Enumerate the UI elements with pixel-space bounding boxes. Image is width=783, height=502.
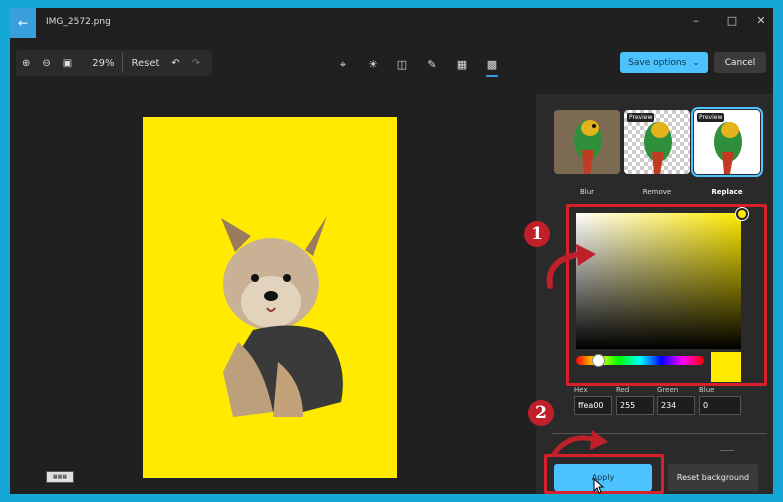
effects-icon[interactable]: ▦ <box>454 58 470 71</box>
red-input[interactable]: 255 <box>616 396 654 415</box>
save-options-button[interactable]: Save options ⌄ <box>620 52 708 73</box>
reset-background-button[interactable]: Reset background <box>668 464 758 491</box>
mouse-cursor-icon <box>593 478 605 494</box>
hue-slider[interactable] <box>576 354 704 367</box>
green-input[interactable]: 234 <box>657 396 695 415</box>
zoom-toolbar: ⊕ ⊖ ▣ 29% Reset ↶ ↷ <box>16 50 212 76</box>
blue-input[interactable]: 0 <box>699 396 741 415</box>
save-options-label: Save options <box>628 57 687 68</box>
color-swatch <box>711 352 741 382</box>
green-label: Green <box>657 386 679 394</box>
preview-badge: Preview <box>627 113 655 122</box>
blur-option[interactable] <box>554 110 620 174</box>
panel-divider <box>720 450 734 451</box>
zoom-level: 29% <box>92 57 115 69</box>
parrot-thumbnail-blur <box>554 110 620 174</box>
replace-label: Replace <box>711 188 743 196</box>
remove-label: Remove <box>642 188 672 196</box>
image-canvas[interactable] <box>143 117 397 478</box>
saturation-handle[interactable] <box>736 208 748 220</box>
background-icon[interactable]: ▩ <box>484 58 500 71</box>
zoom-in-icon[interactable]: ⊕ <box>16 58 36 69</box>
curved-arrow-icon <box>551 430 608 457</box>
back-button[interactable]: ← <box>10 8 36 38</box>
minimize-icon[interactable]: – <box>687 14 705 27</box>
crop-icon[interactable]: ⌖ <box>335 58 351 72</box>
filter-icon[interactable]: ◫ <box>394 58 410 71</box>
fit-icon[interactable]: ▣ <box>57 58 78 69</box>
redo-icon[interactable]: ↷ <box>186 58 206 69</box>
step-marker-2: 2 <box>528 400 554 426</box>
cancel-button[interactable]: Cancel <box>714 52 766 73</box>
markup-icon[interactable]: ✎ <box>424 58 440 71</box>
remove-option[interactable]: Preview <box>624 110 690 174</box>
photos-window: ← IMG_2572.png – □ ✕ ⊕ ⊖ ▣ 29% Reset ↶ ↷… <box>10 8 773 494</box>
saturation-value-area[interactable] <box>576 208 748 349</box>
color-picker-highlight <box>566 204 767 386</box>
chevron-down-icon: ⌄ <box>692 57 700 68</box>
close-icon[interactable]: ✕ <box>752 14 770 27</box>
hue-handle[interactable] <box>592 354 605 367</box>
zoom-out-icon[interactable]: ⊖ <box>36 58 56 69</box>
brightness-icon[interactable]: ☀ <box>365 58 381 71</box>
toolbar-divider <box>122 53 124 73</box>
title-bar: ← IMG_2572.png – □ ✕ <box>10 8 773 38</box>
replace-option[interactable]: Preview <box>691 107 763 177</box>
dog-image <box>221 216 343 417</box>
red-label: Red <box>616 386 630 394</box>
curved-arrow-icon <box>546 244 596 289</box>
active-tool-indicator <box>486 75 498 77</box>
blur-label: Blur <box>579 188 595 196</box>
blue-label: Blue <box>699 386 715 394</box>
maximize-icon[interactable]: □ <box>723 14 741 27</box>
window-title: IMG_2572.png <box>46 17 111 27</box>
hex-input[interactable]: ffea00 <box>574 396 612 415</box>
watermark-logo: ▦▦▦ <box>46 471 74 483</box>
hex-label: Hex <box>574 386 588 394</box>
back-arrow-icon: ← <box>17 16 29 30</box>
preview-badge: Preview <box>697 113 725 122</box>
reset-zoom-button[interactable]: Reset <box>125 58 165 69</box>
undo-icon[interactable]: ↶ <box>165 58 185 69</box>
